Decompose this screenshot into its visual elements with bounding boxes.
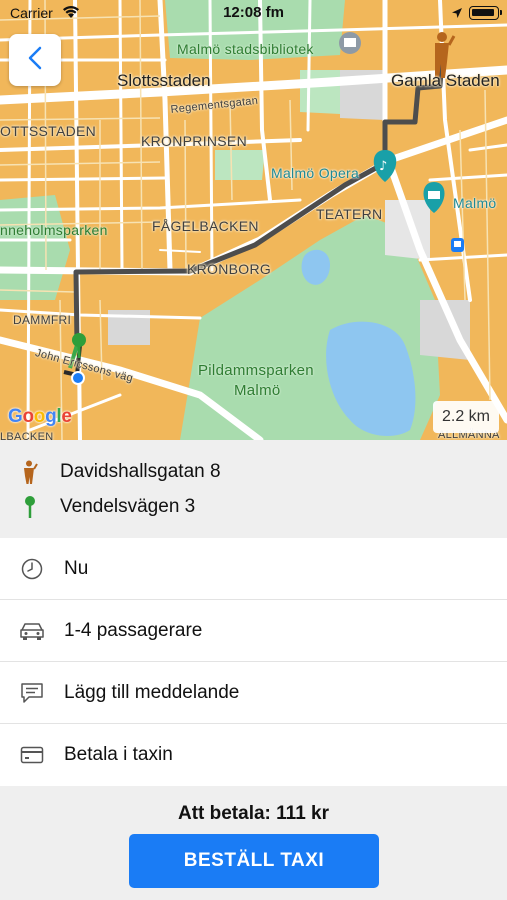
option-passengers[interactable]: 1-4 passagerare — [0, 600, 507, 662]
svg-text:♪: ♪ — [379, 159, 387, 174]
pickup-address-row[interactable]: Davidshallsgatan 8 — [0, 454, 507, 490]
destination-pin-icon — [0, 495, 60, 519]
map-label-gamla-staden: Gamla Staden — [391, 71, 500, 90]
destination-address: Vendelsvägen 3 — [60, 496, 196, 517]
location-arrow-icon — [451, 6, 463, 22]
route-addresses: Davidshallsgatan 8 Vendelsvägen 3 — [0, 440, 507, 538]
battery-icon — [469, 6, 502, 20]
option-payment-label: Betala i taxin — [64, 744, 173, 765]
order-taxi-button[interactable]: BESTÄLL TAXI — [129, 834, 379, 888]
map-label-park-left: nneholmsparken — [0, 222, 108, 238]
map-label-dammfri: DAMMFRI — [13, 313, 72, 327]
distance-badge: 2.2 km — [433, 401, 499, 433]
map-label-fagelbacken: FÅGELBACKEN — [152, 218, 259, 234]
option-time-label: Nu — [64, 557, 89, 579]
current-location-dot — [71, 371, 85, 385]
route-map[interactable]: ♪ Malmö stadsbibliotek Slottsstaden Gaml… — [0, 0, 507, 440]
option-passengers-label: 1-4 passagerare — [64, 619, 203, 641]
order-footer: Att betala: 111 kr BESTÄLL TAXI — [0, 786, 507, 900]
option-payment[interactable]: Betala i taxin — [0, 724, 507, 786]
map-label-pildammsparken: Pildammsparken — [198, 362, 314, 379]
car-icon — [0, 621, 64, 641]
chevron-left-icon — [28, 46, 42, 75]
map-label-slottsstaden: Slottsstaden — [117, 71, 211, 90]
map-label-kronborg: KRONBORG — [187, 261, 272, 277]
option-message[interactable]: Lägg till meddelande — [0, 662, 507, 724]
card-icon — [0, 746, 64, 764]
message-icon — [0, 682, 64, 704]
map-label-slottsstaden-caps: OTTSSTADEN — [0, 123, 97, 139]
map-label-pildammsparken-city: Malmö — [234, 382, 281, 399]
price-total: Att betala: 111 kr — [177, 803, 330, 824]
booking-options: Nu 1-4 passagerare Lägg till meddelande … — [0, 538, 507, 786]
map-label-bottom-left: LBACKEN — [0, 431, 54, 440]
map-label-teatern: TEATERN — [316, 206, 383, 222]
pickup-person-icon — [0, 460, 60, 484]
destination-address-row[interactable]: Vendelsvägen 3 — [0, 489, 507, 525]
map-label-opera: Malmö Opera — [271, 165, 360, 181]
map-label-kronprinsen: KRONPRINSEN — [141, 133, 247, 149]
back-button[interactable] — [9, 34, 61, 86]
map-label-library: Malmö stadsbibliotek — [177, 41, 314, 57]
option-message-label: Lägg till meddelande — [64, 681, 240, 703]
status-bar: Carrier 12:08 fm — [0, 0, 507, 26]
clock-time: 12:08 fm — [223, 4, 284, 21]
google-logo: Google — [8, 406, 72, 427]
pickup-address: Davidshallsgatan 8 — [60, 461, 221, 482]
library-marker — [339, 32, 361, 54]
option-time[interactable]: Nu — [0, 538, 507, 600]
clock-icon — [0, 557, 64, 581]
map-label-museum: Malmö — [453, 195, 497, 211]
